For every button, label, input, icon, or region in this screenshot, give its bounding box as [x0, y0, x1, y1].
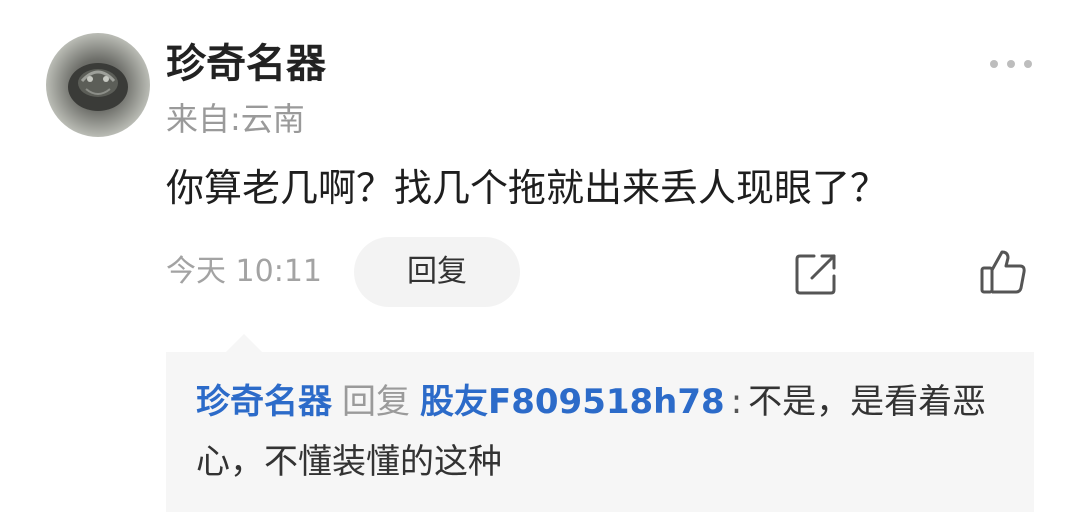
avatar-image [68, 63, 128, 111]
sub-reply-target[interactable]: 股友F809518h78 [420, 382, 725, 422]
thumbs-up-icon[interactable] [978, 246, 1030, 298]
timestamp: 今天 10:11 [166, 254, 322, 289]
sub-reply-colon: : [730, 382, 743, 422]
username[interactable]: 珍奇名器 [166, 38, 326, 90]
reply-pointer [226, 334, 262, 352]
comment-text: 你算老几啊？找几个拖就出来丢人现眼了？ [166, 166, 889, 210]
sub-reply[interactable]: 珍奇名器 回复 股友F809518h78: 不是，是看着恶心，不懂装懂的这种 [196, 372, 996, 492]
sub-reply-author[interactable]: 珍奇名器 [196, 382, 332, 422]
share-icon[interactable] [792, 250, 840, 298]
more-icon[interactable] [986, 52, 1036, 76]
avatar[interactable] [46, 33, 150, 137]
location-label: 来自:云南 [166, 100, 305, 138]
sub-reply-verb: 回复 [342, 382, 410, 422]
reply-button[interactable]: 回复 [354, 237, 520, 307]
